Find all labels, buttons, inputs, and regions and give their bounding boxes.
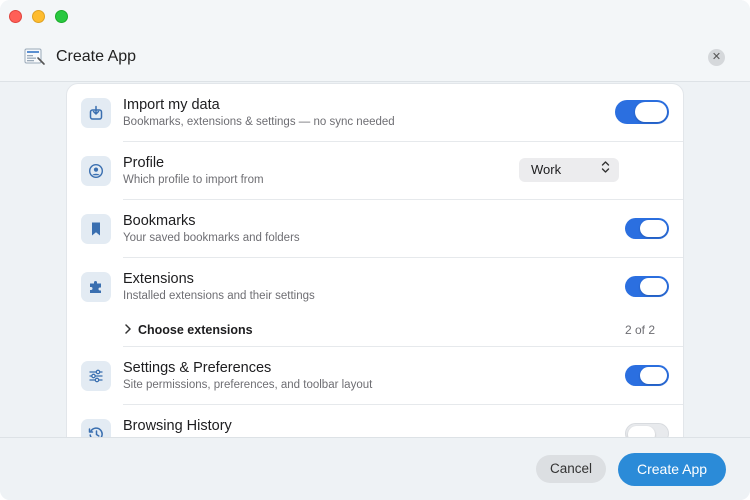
sliders-icon	[81, 361, 111, 391]
settings-scroll-area[interactable]: Import my data Bookmarks, extensions & s…	[0, 83, 750, 437]
extensions-subtitle: Installed extensions and their settings	[123, 290, 315, 302]
preferences-toggle[interactable]	[625, 365, 669, 386]
bookmarks-title: Bookmarks	[123, 213, 196, 229]
preferences-title: Settings & Preferences	[123, 360, 272, 376]
choose-extensions-disclosure[interactable]: Choose extensions 2 of 2	[123, 322, 669, 342]
extensions-count: 2 of 2	[624, 323, 655, 337]
import-icon	[81, 98, 111, 128]
bookmarks-toggle[interactable]	[625, 218, 669, 239]
profile-title: Profile	[123, 155, 165, 171]
close-icon: ✕	[711, 51, 722, 63]
window-title: Create App	[56, 48, 137, 65]
create-app-button[interactable]: Create App	[618, 453, 726, 486]
puzzle-piece-icon	[81, 272, 111, 302]
create-app-window: Create App ✕ Import my data Bookmarks, e…	[0, 0, 750, 500]
import-data-row: Import my data Bookmarks, extensions & s…	[67, 84, 685, 142]
up-down-chevron-icon	[601, 160, 610, 177]
profile-select[interactable]: Work	[519, 158, 619, 182]
history-title: Browsing History	[123, 418, 232, 434]
close-window-button[interactable]	[9, 10, 22, 23]
extensions-title: Extensions	[123, 271, 194, 287]
minimize-window-button[interactable]	[32, 10, 45, 23]
dialog-footer: Cancel Create App	[0, 437, 750, 500]
bookmarks-row: Bookmarks Your saved bookmarks and folde…	[67, 200, 685, 258]
import-data-subtitle: Bookmarks, extensions & settings — no sy…	[123, 116, 395, 128]
extensions-row: Extensions Installed extensions and thei…	[67, 258, 685, 348]
import-data-toggle[interactable]	[615, 100, 669, 124]
person-circle-icon	[81, 156, 111, 186]
bookmark-icon	[81, 214, 111, 244]
history-row: Browsing History	[67, 405, 685, 437]
profile-row: Profile Which profile to import from Wor…	[67, 142, 685, 200]
cancel-button[interactable]: Cancel	[536, 455, 606, 483]
history-toggle[interactable]	[625, 423, 669, 437]
preferences-row: Settings & Preferences Site permissions,…	[67, 347, 685, 405]
profile-select-value: Work	[531, 162, 562, 177]
profile-subtitle: Which profile to import from	[123, 174, 264, 186]
import-options-card: Import my data Bookmarks, extensions & s…	[66, 83, 684, 437]
title-bar: Create App ✕	[0, 0, 750, 82]
chevron-right-icon	[123, 322, 133, 339]
bookmarks-subtitle: Your saved bookmarks and folders	[123, 232, 300, 244]
choose-extensions-label: Choose extensions	[138, 323, 253, 337]
app-document-icon	[24, 48, 45, 65]
import-data-title: Import my data	[123, 97, 220, 113]
history-clock-icon	[81, 419, 111, 437]
preferences-subtitle: Site permissions, preferences, and toolb…	[123, 379, 373, 391]
dismiss-button[interactable]: ✕	[708, 49, 725, 66]
zoom-window-button[interactable]	[55, 10, 68, 23]
extensions-toggle[interactable]	[625, 276, 669, 297]
